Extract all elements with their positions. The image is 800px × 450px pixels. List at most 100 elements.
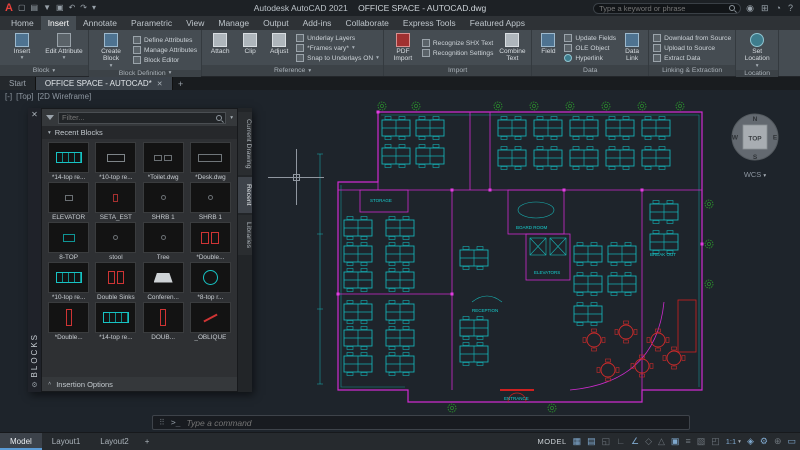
panel-label-reference[interactable]: Reference▾: [202, 65, 383, 76]
ribbon-tab-annotate[interactable]: Annotate: [76, 16, 124, 30]
palette-properties-icon[interactable]: ⚙: [31, 381, 37, 389]
drawing-area[interactable]: [-] [Top] [2D Wireframe]: [0, 90, 800, 432]
palette-tab-recent[interactable]: Recent: [238, 177, 252, 213]
recognize-shx-text-button[interactable]: Recognize SHX Text: [422, 39, 493, 47]
help-icon[interactable]: ?: [788, 4, 793, 13]
help-search[interactable]: [593, 3, 741, 14]
block-item[interactable]: Double Sinks: [93, 262, 138, 301]
palette-title-strip[interactable]: ✕ BLOCKS ⚙: [28, 108, 41, 392]
block-item[interactable]: SHRB 1: [141, 182, 186, 221]
block-editor-button[interactable]: Block Editor: [133, 56, 197, 64]
block-item[interactable]: *10-top re...: [46, 262, 91, 301]
clip-button[interactable]: Clip: [238, 32, 262, 64]
help-search-input[interactable]: [599, 4, 726, 13]
object-snap-tracking-icon[interactable]: △: [658, 437, 665, 446]
annotation-monitor-icon[interactable]: ⊕: [774, 437, 782, 446]
underlay-layers-button[interactable]: Underlay Layers: [296, 34, 379, 42]
hyperlink-button[interactable]: Hyperlink: [564, 54, 616, 62]
layout-tab-layout2[interactable]: Layout2: [90, 433, 138, 450]
block-item[interactable]: _OBLIQUE: [188, 302, 233, 341]
combine-text-button[interactable]: Combine Text: [497, 32, 527, 64]
wcs-menu[interactable]: WCS ▾: [729, 170, 781, 179]
layout-tab-model[interactable]: Model: [0, 433, 42, 450]
ribbon-tab-express-tools[interactable]: Express Tools: [396, 16, 463, 30]
block-item[interactable]: 8-TOP: [46, 222, 91, 261]
viewcube[interactable]: TOP N S W E WCS ▾: [729, 111, 781, 179]
adjust-button[interactable]: Adjust: [266, 32, 292, 64]
download-from-source-button[interactable]: Download from Source: [653, 34, 731, 42]
block-item[interactable]: ELEVATOR: [46, 182, 91, 221]
block-item[interactable]: *Toilet.dwg: [141, 142, 186, 181]
palette-tab-libraries[interactable]: Libraries: [238, 215, 252, 255]
ribbon-tab-home[interactable]: Home: [4, 16, 41, 30]
block-item[interactable]: DOUB...: [141, 302, 186, 341]
ribbon-tab-parametric[interactable]: Parametric: [124, 16, 179, 30]
print-icon[interactable]: ▣: [56, 4, 64, 12]
grid-display-icon[interactable]: ▦: [573, 437, 582, 446]
infer-constraints-icon[interactable]: ◱: [602, 437, 611, 446]
ribbon-tab-output[interactable]: Output: [256, 16, 296, 30]
polar-tracking-icon[interactable]: ∠: [631, 437, 639, 446]
block-item[interactable]: SETA_EST: [93, 182, 138, 221]
filter-caret-icon[interactable]: ▾: [230, 115, 233, 121]
panel-label-linking-extraction[interactable]: Linking & Extraction: [649, 65, 735, 76]
panel-label-block-definition[interactable]: Block Definition▾: [89, 70, 201, 77]
filter-input[interactable]: [62, 113, 213, 122]
frames-dropdown[interactable]: *Frames vary* ▾: [296, 44, 379, 52]
viewport-menu-control[interactable]: [-]: [5, 92, 12, 101]
file-tab-start[interactable]: Start: [0, 77, 36, 90]
layout-tab-layout1[interactable]: Layout1: [42, 433, 90, 450]
command-input[interactable]: [187, 418, 684, 428]
palette-section-header[interactable]: ▾ Recent Blocks: [42, 126, 237, 139]
transparency-icon[interactable]: ▧: [697, 437, 706, 446]
snap-mode-icon[interactable]: ▤: [587, 437, 596, 446]
viewport-style-control[interactable]: [2D Wireframe]: [37, 92, 91, 101]
extract-data-button[interactable]: Extract Data: [653, 54, 731, 62]
ribbon-tab-view[interactable]: View: [179, 16, 211, 30]
block-item[interactable]: *Double...: [46, 302, 91, 341]
selection-cycling-icon[interactable]: ◰: [711, 437, 720, 446]
pdf-import-button[interactable]: PDF Import: [388, 32, 418, 64]
panel-label-data[interactable]: Data: [532, 65, 648, 76]
new-icon[interactable]: ▢: [18, 4, 26, 12]
set-location-button[interactable]: Set Location ▾: [740, 32, 774, 69]
block-item[interactable]: *10-top re...: [93, 142, 138, 181]
notification-icon[interactable]: ◔: [776, 4, 781, 13]
account-icon[interactable]: ◉: [746, 4, 754, 13]
model-space-toggle[interactable]: MODEL: [537, 437, 566, 446]
insert-block-button[interactable]: Insert ▾: [4, 32, 40, 64]
save-icon[interactable]: ▼: [43, 4, 51, 12]
clean-screen-icon[interactable]: ▭: [787, 437, 796, 446]
recognition-settings-button[interactable]: Recognition Settings: [422, 49, 493, 57]
ole-object-button[interactable]: OLE Object: [564, 44, 616, 52]
create-block-button[interactable]: Create Block ▾: [93, 32, 129, 69]
ortho-mode-icon[interactable]: ∟: [616, 437, 625, 446]
lineweight-icon[interactable]: ≡: [685, 437, 690, 446]
panel-label-location[interactable]: Location: [736, 70, 778, 77]
file-tab-document[interactable]: OFFICE SPACE - AUTOCAD* ✕: [36, 77, 173, 90]
floor-plan[interactable]: STORAGE BOARD ROOM ELEVATORS RECEPTION B…: [312, 94, 722, 424]
insertion-options[interactable]: ˄ Insertion Options: [42, 377, 237, 391]
block-item[interactable]: SHRB 1: [188, 182, 233, 221]
block-item[interactable]: stool: [93, 222, 138, 261]
object-snap-icon[interactable]: ▣: [671, 437, 680, 446]
command-line[interactable]: ⠿ >_: [152, 415, 690, 430]
isometric-drafting-icon[interactable]: ◇: [645, 437, 652, 446]
snap-to-underlays-dropdown[interactable]: Snap to Underlays ON ▾: [296, 54, 379, 62]
close-tab-icon[interactable]: ✕: [157, 80, 163, 88]
update-fields-button[interactable]: Update Fields: [564, 34, 616, 42]
new-tab-button[interactable]: +: [173, 77, 189, 90]
workspace-switching-icon[interactable]: ⚙: [760, 437, 768, 446]
define-attributes-button[interactable]: Define Attributes: [133, 36, 197, 44]
field-button[interactable]: Field: [536, 32, 560, 64]
ribbon-tab-collaborate[interactable]: Collaborate: [338, 16, 395, 30]
close-palette-icon[interactable]: ✕: [31, 110, 38, 119]
data-link-button[interactable]: Data Link: [620, 32, 644, 64]
block-item[interactable]: *8-top r...: [188, 262, 233, 301]
panel-label-block[interactable]: Block▾: [0, 65, 88, 76]
qat-caret-icon[interactable]: ▾: [92, 4, 96, 12]
annotation-scale-control[interactable]: 1:1▾: [726, 437, 741, 446]
panel-label-import[interactable]: Import: [384, 65, 531, 76]
application-menu-icon[interactable]: A: [5, 3, 13, 14]
palette-tab-current-drawing[interactable]: Current Drawing: [238, 112, 252, 175]
